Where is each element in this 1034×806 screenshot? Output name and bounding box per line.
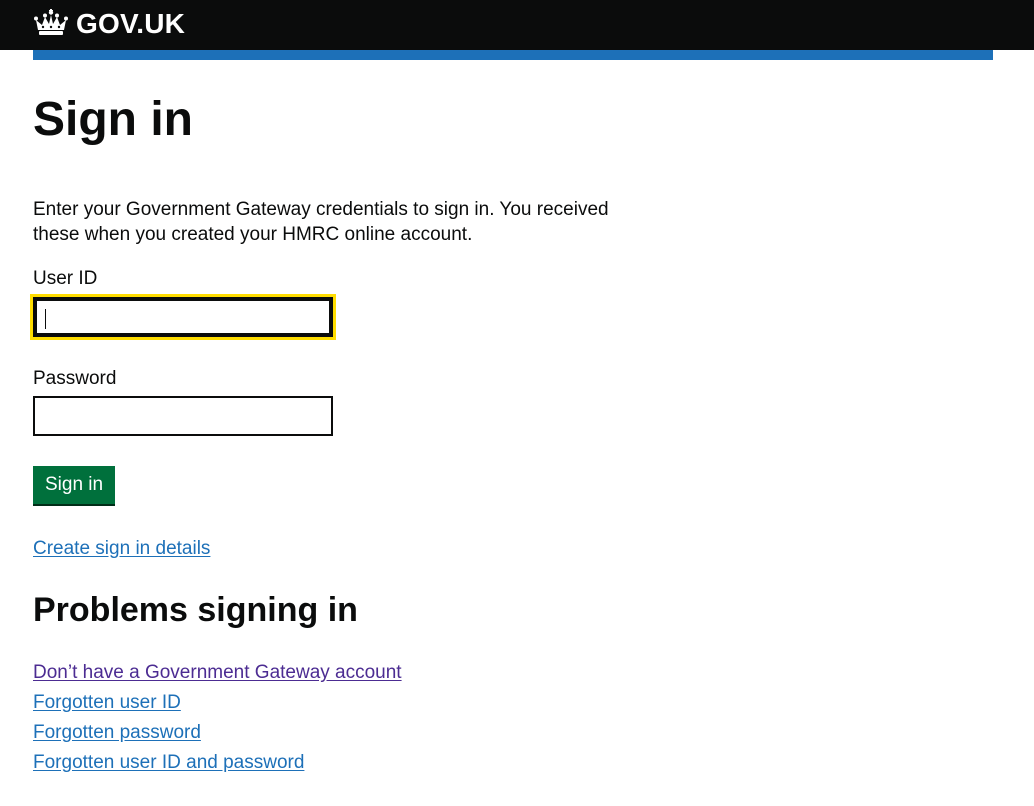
user-id-field[interactable] bbox=[33, 297, 333, 337]
crown-icon bbox=[33, 9, 69, 39]
text-caret bbox=[45, 309, 46, 329]
page-title: Sign in bbox=[33, 93, 193, 146]
govuk-logo-link[interactable]: GOV.UK bbox=[33, 6, 185, 42]
logo-text: GOV.UK bbox=[76, 8, 186, 39]
user-id-label: User ID bbox=[33, 268, 98, 289]
forgotten-user-id-link[interactable]: Forgotten user ID bbox=[33, 690, 181, 715]
problems-heading: Problems signing in bbox=[33, 591, 358, 629]
password-label: Password bbox=[33, 368, 117, 389]
forgotten-user-id-and-password-link[interactable]: Forgotten user ID and password bbox=[33, 750, 304, 775]
intro-text: Enter your Government Gateway credential… bbox=[33, 199, 609, 245]
no-gateway-account-link[interactable]: Don’t have a Government Gateway account bbox=[33, 660, 402, 685]
password-field[interactable] bbox=[33, 396, 333, 436]
create-sign-in-details-link[interactable]: Create sign in details bbox=[33, 536, 210, 561]
site-header: GOV.UK bbox=[0, 0, 1034, 50]
header-accent-bar bbox=[33, 50, 993, 60]
sign-in-button[interactable]: Sign in bbox=[33, 466, 116, 504]
forgotten-password-link[interactable]: Forgotten password bbox=[33, 720, 201, 745]
